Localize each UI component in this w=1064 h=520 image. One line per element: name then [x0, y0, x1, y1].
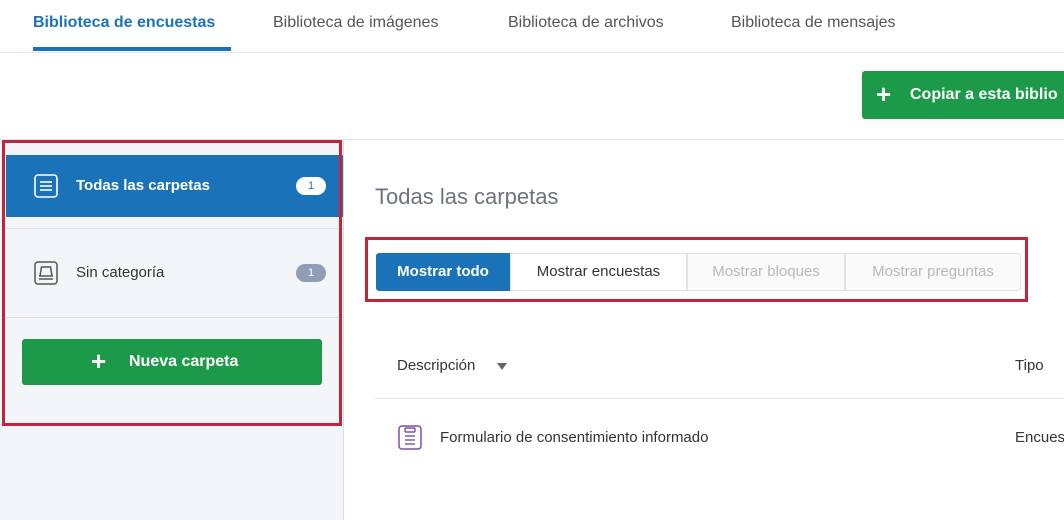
filter-show-blocks[interactable]: Mostrar bloques [687, 253, 845, 291]
new-folder-button[interactable]: + Nueva carpeta [22, 339, 322, 385]
row-description[interactable]: Formulario de consentimiento informado [440, 429, 708, 446]
table-divider [375, 398, 1064, 399]
folder-sidebar: Todas las carpetas 1 Sin categoría 1 + N… [0, 140, 344, 520]
sort-down-icon[interactable] [497, 363, 507, 371]
plus-icon: + [91, 346, 107, 376]
sidebar-item-label: Sin categoría [76, 264, 165, 281]
column-header-description[interactable]: Descripción [397, 357, 475, 374]
filter-show-surveys[interactable]: Mostrar encuestas [510, 253, 687, 291]
filter-show-all[interactable]: Mostrar todo [376, 253, 510, 291]
folder-list-icon [34, 174, 58, 198]
copy-button-label: Copiar a esta biblio [910, 86, 1058, 103]
copy-to-library-button[interactable]: + Copiar a esta biblio [862, 71, 1064, 119]
sidebar-divider [6, 228, 343, 229]
tab-message-library[interactable]: Biblioteca de mensajes [731, 14, 896, 32]
filter-show-questions[interactable]: Mostrar preguntas [845, 253, 1021, 291]
plus-icon: + [876, 79, 892, 109]
sidebar-item-uncategorized[interactable]: Sin categoría 1 [6, 240, 343, 316]
library-tabs: Biblioteca de encuestas Biblioteca de im… [0, 0, 1064, 53]
survey-clipboard-icon [398, 425, 422, 450]
sidebar-item-all-folders[interactable]: Todas las carpetas 1 [6, 155, 343, 217]
count-badge: 1 [296, 177, 326, 195]
row-type: Encues [1015, 429, 1064, 446]
new-folder-label: Nueva carpeta [129, 353, 239, 370]
column-header-type[interactable]: Tipo [1015, 357, 1044, 374]
count-badge: 1 [296, 264, 326, 282]
sidebar-item-label: Todas las carpetas [76, 177, 210, 194]
tab-file-library[interactable]: Biblioteca de archivos [508, 14, 664, 32]
tray-icon [34, 261, 58, 285]
sidebar-divider [6, 317, 343, 318]
active-tab-indicator [33, 47, 231, 51]
page-title: Todas las carpetas [375, 184, 559, 209]
tab-survey-library[interactable]: Biblioteca de encuestas [33, 14, 215, 32]
tab-image-library[interactable]: Biblioteca de imágenes [273, 14, 438, 32]
